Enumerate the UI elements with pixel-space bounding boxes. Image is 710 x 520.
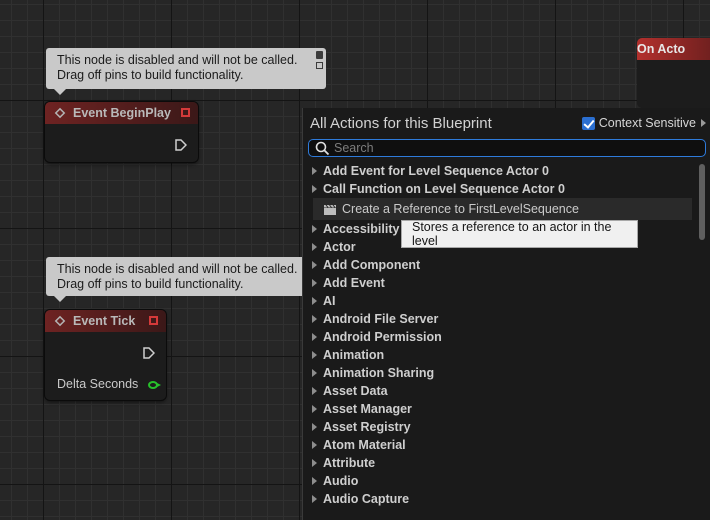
item-label: Asset Data	[323, 384, 388, 398]
checkbox-checked-icon[interactable]	[581, 116, 595, 130]
exec-output-pin-icon[interactable]	[143, 347, 155, 359]
item-label: Android File Server	[323, 312, 439, 326]
item-label: Audio	[323, 474, 359, 488]
disabled-node-comment: This node is disabled and will not be ca…	[46, 257, 308, 302]
expand-arrow-icon[interactable]	[312, 405, 317, 413]
expand-arrow-icon[interactable]	[312, 225, 317, 233]
expand-arrow-icon[interactable]	[312, 495, 317, 503]
node-header[interactable]: Event BeginPlay	[45, 102, 198, 124]
expand-arrow-icon[interactable]	[312, 477, 317, 485]
expand-arrow-icon[interactable]	[701, 119, 706, 127]
item-label: Asset Manager	[323, 402, 412, 416]
list-item[interactable]: Asset Manager	[308, 400, 692, 418]
pin-label: Delta Seconds	[57, 377, 139, 391]
actions-list: Add Event for Level Sequence Actor 0 Cal…	[308, 162, 692, 508]
item-label: Audio Capture	[323, 492, 410, 506]
tooltip: Stores a reference to an actor in the le…	[401, 220, 638, 248]
expand-arrow-icon[interactable]	[312, 261, 317, 269]
exec-output-pin-icon[interactable]	[175, 139, 187, 151]
event-icon	[54, 107, 66, 119]
expand-arrow-icon[interactable]	[312, 387, 317, 395]
event-tick-node[interactable]: Event Tick Delta Seconds	[45, 310, 166, 400]
item-label: Animation Sharing	[323, 366, 435, 380]
expand-arrow-icon[interactable]	[312, 243, 317, 251]
list-item[interactable]: Attribute	[308, 454, 692, 472]
expand-arrow-icon[interactable]	[312, 297, 317, 305]
list-item[interactable]: Add Event	[308, 274, 692, 292]
delta-seconds-pin-row[interactable]: Delta Seconds	[57, 377, 161, 391]
list-item[interactable]: Add Component	[308, 256, 692, 274]
expand-arrow-icon[interactable]	[312, 167, 317, 175]
context-sensitive-label: Context Sensitive	[598, 116, 696, 130]
list-item[interactable]: Animation Sharing	[308, 364, 692, 382]
comment-line: This node is disabled and will not be ca…	[57, 53, 298, 67]
item-label: Android Permission	[323, 330, 442, 344]
event-icon	[54, 315, 66, 327]
context-sensitive-toggle[interactable]: Context Sensitive	[581, 116, 706, 130]
list-item[interactable]: AI	[308, 292, 692, 310]
list-item[interactable]: Call Function on Level Sequence Actor 0	[308, 180, 692, 198]
list-item[interactable]: Asset Data	[308, 382, 692, 400]
item-label: Add Event	[323, 276, 385, 290]
list-item-selected[interactable]: Create a Reference to FirstLevelSequence	[313, 198, 692, 220]
expand-arrow-icon[interactable]	[312, 315, 317, 323]
comment-line: Drag off pins to build functionality.	[57, 68, 244, 82]
search-icon	[315, 141, 330, 155]
item-label: Animation	[323, 348, 385, 362]
list-item[interactable]: Animation	[308, 346, 692, 364]
comment-line: Drag off pins to build functionality.	[57, 277, 244, 291]
list-item[interactable]: Audio	[308, 472, 692, 490]
list-item[interactable]: Add Event for Level Sequence Actor 0	[308, 162, 692, 180]
disabled-node-comment: This node is disabled and will not be ca…	[46, 48, 326, 95]
actions-menu: All Actions for this Blueprint Context S…	[303, 108, 710, 520]
list-item[interactable]: Android Permission	[308, 328, 692, 346]
on-actor-node[interactable]: On Acto	[637, 38, 710, 108]
list-item[interactable]: Audio Capture	[308, 490, 692, 508]
clapperboard-icon	[324, 204, 336, 215]
item-label: Attribute	[323, 456, 376, 470]
node-header[interactable]: On Acto	[637, 38, 710, 60]
item-label: Call Function on Level Sequence Actor 0	[323, 182, 565, 196]
menu-title: All Actions for this Blueprint	[310, 115, 492, 132]
expand-arrow-icon[interactable]	[312, 423, 317, 431]
item-label: Add Component	[323, 258, 421, 272]
expand-arrow-icon[interactable]	[312, 333, 317, 341]
comment-line: This node is disabled and will not be ca…	[57, 262, 298, 276]
scrollbar[interactable]	[699, 164, 705, 514]
delegate-pin-icon[interactable]	[149, 316, 158, 325]
bubble-toggle-icon[interactable]	[316, 62, 323, 69]
float-pin-icon[interactable]	[147, 380, 161, 389]
item-label: Add Event for Level Sequence Actor 0	[323, 164, 549, 178]
scrollbar-thumb[interactable]	[699, 164, 705, 240]
expand-arrow-icon[interactable]	[312, 369, 317, 377]
list-item[interactable]: Atom Material	[308, 436, 692, 454]
event-beginplay-node[interactable]: Event BeginPlay	[45, 102, 198, 162]
node-title: Event Tick	[73, 314, 136, 328]
expand-arrow-icon[interactable]	[312, 351, 317, 359]
pin-icon[interactable]	[316, 51, 323, 59]
node-header[interactable]: Event Tick	[45, 310, 166, 332]
expand-arrow-icon[interactable]	[312, 459, 317, 467]
item-label: Create a Reference to FirstLevelSequence	[342, 202, 579, 216]
item-label: Asset Registry	[323, 420, 411, 434]
expand-arrow-icon[interactable]	[312, 441, 317, 449]
list-item[interactable]: Android File Server	[308, 310, 692, 328]
item-label: AI	[323, 294, 336, 308]
item-label: Actor	[323, 240, 356, 254]
node-title: Event BeginPlay	[73, 106, 171, 120]
node-title: On Acto	[637, 42, 686, 56]
item-label: Accessibility	[323, 222, 400, 236]
list-item[interactable]: Asset Registry	[308, 418, 692, 436]
item-label: Atom Material	[323, 438, 406, 452]
search-input[interactable]	[334, 141, 674, 155]
delegate-pin-icon[interactable]	[181, 108, 190, 117]
expand-arrow-icon[interactable]	[312, 279, 317, 287]
search-box[interactable]	[308, 139, 706, 157]
expand-arrow-icon[interactable]	[312, 185, 317, 193]
